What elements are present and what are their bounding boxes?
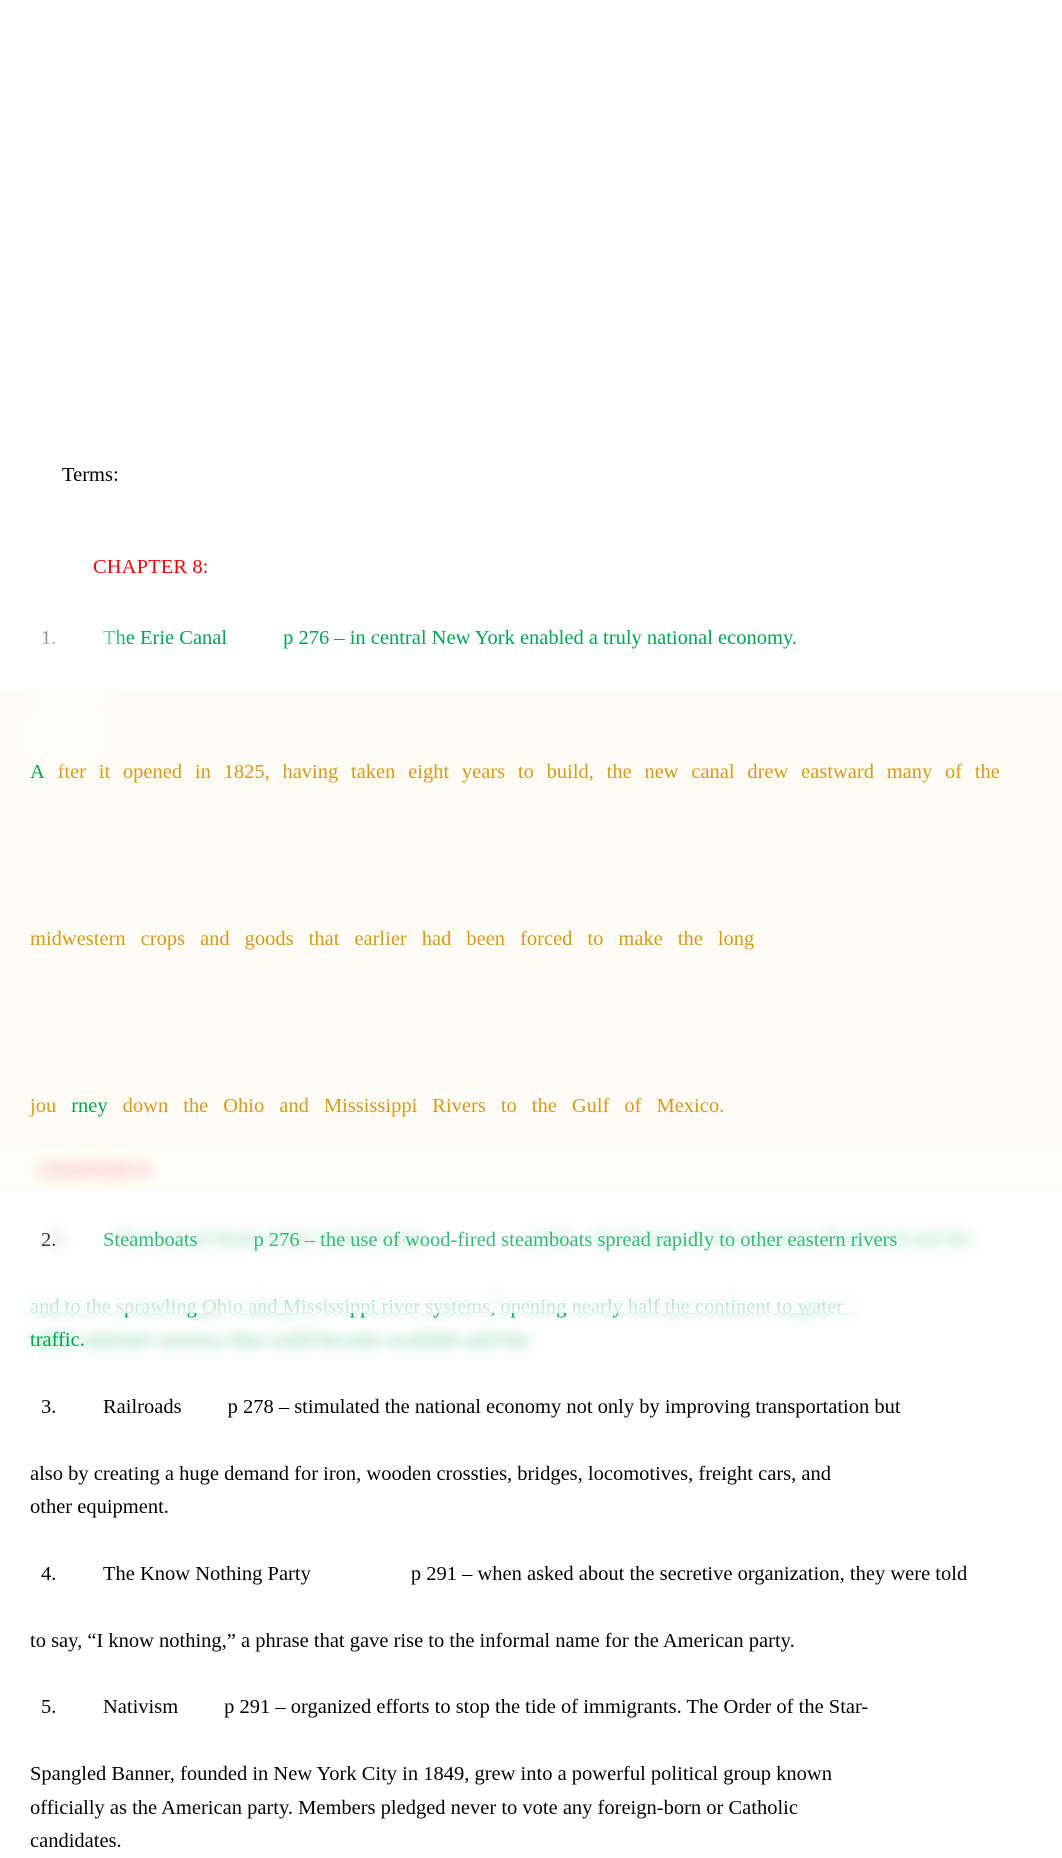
term-page-ref: p 278 – stimulated the national economy … — [227, 1395, 901, 1418]
word: long — [717, 928, 755, 951]
list-item: 4. The Know Nothing Party p 291 – when ask… — [0, 1524, 1062, 1658]
word: Gulf — [571, 1095, 610, 1118]
word: many — [886, 761, 933, 784]
word: build, — [546, 761, 594, 784]
word: drew — [747, 761, 789, 784]
word: new — [644, 761, 679, 784]
word-green: rney — [71, 1095, 108, 1118]
list-item: 3. Railroads p 278 – stimulated the nation… — [0, 1357, 1062, 1524]
term-first-line: 1. The Erie Canal p 276 – in central New Y… — [0, 589, 1062, 689]
term-body-line: also by creating a huge demand for iron,… — [30, 1462, 831, 1485]
word: the — [606, 761, 632, 784]
word: it — [98, 761, 111, 784]
word: crops — [140, 928, 186, 951]
term-first-line: 3. Railroads p 278 – stimulated the nation… — [0, 1357, 1062, 1457]
word: the — [677, 928, 703, 951]
term-body-line: After it opened in 1825, having taken ei… — [0, 689, 1062, 857]
term-body-line: candidates. — [30, 1830, 122, 1853]
term-title: Railroads — [103, 1395, 182, 1418]
word: canal — [691, 761, 735, 784]
word: down — [122, 1095, 169, 1118]
word: the — [974, 761, 1000, 784]
word: Ohio — [223, 1095, 265, 1118]
term-page-ref: p 302 – the balance of the economy flour… — [526, 1228, 972, 1251]
term-body-line: stable national currency that could beco… — [30, 1328, 533, 1351]
document-page: Terms: CHAPTER 8: 1. The Erie Canal p 276 … — [0, 0, 1062, 1852]
word: to — [587, 928, 604, 951]
word: Mexico. — [656, 1095, 725, 1118]
word: 1825, — [223, 761, 270, 784]
word: forced — [520, 928, 573, 951]
drop-letter: A — [30, 761, 45, 784]
word: earlier — [354, 928, 407, 951]
list-number: 1. — [41, 627, 57, 650]
word: and — [279, 1095, 309, 1118]
term-page-ref: p 291 – when asked about the secretive o… — [410, 1562, 968, 1585]
word: make — [618, 928, 663, 951]
list-number: 4. — [41, 1562, 57, 1585]
word: to — [500, 1095, 517, 1118]
word: eight — [408, 761, 450, 784]
list-number: 1. — [51, 1228, 67, 1251]
word: the — [531, 1095, 557, 1118]
list-number: 5. — [41, 1696, 57, 1719]
chapter-heading: CHAPTER 8: — [93, 556, 209, 578]
word: of — [624, 1095, 642, 1118]
term-first-line: 4. The Know Nothing Party p 291 – when ask… — [0, 1524, 1062, 1624]
word: jou — [30, 1095, 57, 1118]
blurred-chapter-heading: CHAPTER 9: — [38, 1159, 153, 1181]
justified-row: After it opened in 1825, having taken ei… — [30, 756, 1000, 789]
word: that — [308, 928, 340, 951]
word: in — [194, 761, 211, 784]
word: midwestern — [30, 928, 126, 951]
term-title: Nativism — [103, 1696, 179, 1719]
term-body-line: other equipment. — [30, 1495, 169, 1518]
term-first-line: 5. Nativism p 291 – organized efforts to s… — [0, 1658, 1062, 1758]
term-body-line: balance in a bank began trading on a sta… — [30, 1295, 853, 1318]
term-body-line: Spangled Banner, founded in New York Cit… — [30, 1763, 832, 1786]
word: fter — [57, 761, 87, 784]
justified-row: jou rney down the Ohio and Mississippi R… — [30, 1090, 1000, 1123]
word: years — [461, 761, 506, 784]
term-body-line: officially as the American party. Member… — [30, 1796, 798, 1819]
term-title: The Know Nothing Party — [103, 1562, 311, 1585]
term-title: The Erie Canal — [103, 627, 228, 650]
blurred-term-list: 1. The Second Bank of the United States p … — [0, 1190, 1062, 1357]
term-page-ref: p 291 – organized efforts to stop the ti… — [224, 1696, 869, 1719]
word: had — [421, 928, 452, 951]
word: opened — [122, 761, 183, 784]
list-number: 3. — [41, 1395, 57, 1418]
word: of — [945, 761, 963, 784]
term-title: The Second Bank of the United States — [113, 1228, 427, 1251]
word: Rivers — [432, 1095, 486, 1118]
term-body-line: midwestern crops and goods that earlier … — [0, 856, 1062, 1024]
term-first-line: 1. The Second Bank of the United States p … — [0, 1190, 1062, 1290]
term-body-line: jou rney down the Ohio and Mississippi R… — [0, 1023, 1062, 1191]
list-item: 1. The Second Bank of the United States p … — [0, 1190, 1062, 1357]
justified-row: midwestern crops and goods that earlier … — [30, 923, 1000, 956]
word: Mississippi — [323, 1095, 418, 1118]
word: taken — [351, 761, 396, 784]
word: been — [466, 928, 506, 951]
term-page-ref: p 276 – in central New York enabled a tr… — [283, 627, 797, 650]
list-item: 1. The Erie Canal p 276 – in central New Y… — [0, 589, 1062, 1191]
term-body-line: to say, “I know nothing,” a phrase that … — [30, 1629, 795, 1652]
list-item: 5. Nativism p 291 – organized efforts to s… — [0, 1658, 1062, 1858]
word: and — [200, 928, 230, 951]
word: goods — [244, 928, 294, 951]
word: the — [183, 1095, 209, 1118]
terms-label: Terms: — [62, 464, 119, 486]
word: to — [517, 761, 534, 784]
word: eastward — [801, 761, 874, 784]
word: having — [282, 761, 339, 784]
